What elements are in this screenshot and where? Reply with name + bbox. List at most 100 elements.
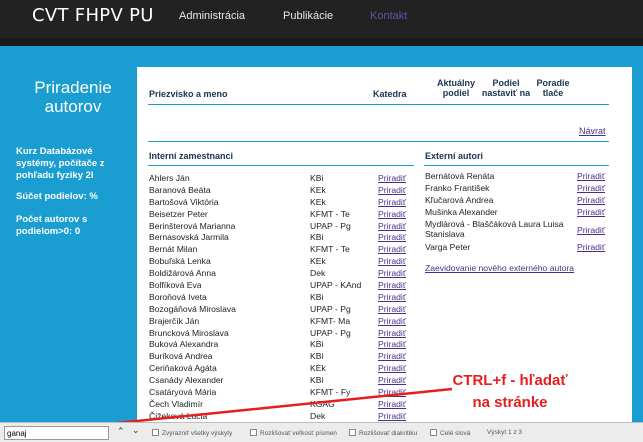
author-dept: UPAP - KAnd: [310, 280, 362, 291]
nav-link-administracia[interactable]: Administrácia: [179, 10, 245, 22]
assign-link[interactable]: Priradiť: [577, 242, 605, 252]
author-dept: KEk: [310, 363, 326, 374]
author-name: Bobuľská Lenka: [149, 256, 211, 267]
internal-section-title: Interní zamestnanci: [149, 151, 234, 161]
table-row: Bolfíková Eva UPAP - KAnd Priradiť: [149, 280, 421, 292]
external-rule: [424, 165, 609, 166]
assign-link[interactable]: Priradiť: [378, 304, 406, 314]
assign-link[interactable]: Priradiť: [577, 195, 605, 205]
author-dept: KFMT- Ma: [310, 315, 351, 326]
match-diacritics-option[interactable]: Rozlišovať diakritiku: [349, 429, 417, 437]
table-row: Boroňová Iveta KBi Priradiť: [149, 292, 421, 304]
find-input[interactable]: [4, 426, 109, 440]
assign-link[interactable]: Priradiť: [378, 316, 406, 326]
assign-link[interactable]: Priradiť: [577, 171, 605, 181]
table-row: Csatáryová Mária KFMT - Fy Priradiť: [149, 387, 421, 399]
table-row: Baranová Beáta KEk Priradiť: [149, 185, 421, 197]
assign-link[interactable]: Priradiť: [378, 292, 406, 302]
table-row: Bozogáňová Miroslava UPAP - Pg Priradiť: [149, 304, 421, 316]
match-case-option[interactable]: Rozlišovať veľkosť písmen: [250, 429, 337, 437]
whole-words-option[interactable]: Celé slová: [430, 429, 470, 437]
assign-link[interactable]: Priradiť: [378, 339, 406, 349]
author-dept: UPAP - Pg: [310, 220, 351, 231]
assign-link[interactable]: Priradiť: [378, 351, 406, 361]
assign-link[interactable]: Priradiť: [577, 225, 605, 235]
checkbox-icon: [250, 429, 257, 436]
header-rule: [148, 104, 609, 105]
match-case-label: Rozlišovať veľkosť písmen: [260, 430, 337, 437]
table-row: Bobuľská Lenka KEk Priradiť: [149, 256, 421, 268]
author-dept: KEk: [310, 184, 326, 195]
author-dept: KFMT - Fy: [310, 387, 351, 398]
assign-link[interactable]: Priradiť: [577, 183, 605, 193]
assign-link[interactable]: Priradiť: [378, 387, 406, 397]
author-name: Bartošová Viktória: [149, 196, 219, 207]
external-author-name: Mušinka Alexander: [425, 206, 498, 217]
author-name: Baranová Beáta: [149, 184, 211, 195]
list-item: Mušinka Alexander Priradiť: [425, 207, 610, 219]
navbar-shadow: [0, 38, 643, 46]
find-next-button[interactable]: ⌄: [132, 425, 140, 436]
author-dept: UPAP - Pg: [310, 327, 351, 338]
section-top-rule: [148, 141, 609, 142]
author-name: Bernasovská Jarmila: [149, 232, 229, 243]
external-author-name: Bernátová Renáta: [425, 171, 495, 181]
author-name: Bozogáňová Miroslava: [149, 303, 236, 314]
author-name: Csanády Alexander: [149, 375, 224, 386]
find-previous-button[interactable]: ⌃: [117, 426, 125, 437]
author-dept: Dek: [310, 268, 326, 279]
author-dept: KGAG: [310, 398, 335, 409]
header-share: Aktuálny podiel: [436, 78, 475, 98]
header-name: Priezvisko a meno: [149, 89, 228, 99]
share-sum: Súčet podielov: %: [16, 191, 98, 202]
external-author-name: Mydlárová - Blaščáková Laura Luisa Stani…: [425, 218, 564, 240]
table-row: Čech Vladimír KGAG Priradiť: [149, 399, 421, 411]
assign-link[interactable]: Priradiť: [378, 197, 406, 207]
list-item: Mydlárová - Blaščáková Laura Luisa Stani…: [425, 219, 610, 242]
external-author-list: Bernátová Renáta Priradiť Franko František…: [425, 171, 610, 253]
author-name: Boroňová Iveta: [149, 291, 207, 302]
header-set-share: Podiel nastaviť na: [481, 78, 531, 98]
site-brand[interactable]: CVT FHPV PU: [32, 5, 154, 26]
author-dept: KEk: [310, 196, 326, 207]
assign-link[interactable]: Priradiť: [378, 173, 406, 183]
assign-link[interactable]: Priradiť: [378, 411, 406, 421]
author-name: Ahlers Ján: [149, 173, 190, 183]
author-count: Počet autorov s podielom>0: 0: [16, 214, 88, 237]
nav-link-kontakt[interactable]: Kontakt: [370, 10, 407, 22]
nav-link-publikacie[interactable]: Publikácie: [283, 10, 333, 22]
whole-words-label: Celé slová: [440, 430, 471, 437]
author-dept: KBi: [310, 351, 324, 362]
table-row: Bruncková Miroslava UPAP - Pg Priradiť: [149, 328, 421, 340]
list-item: Bernátová Renáta Priradiť: [425, 171, 610, 183]
back-link[interactable]: Návrat: [579, 126, 606, 136]
assign-link[interactable]: Priradiť: [378, 375, 406, 385]
external-author-name: Varga Peter: [425, 241, 471, 252]
author-name: Bruncková Miroslava: [149, 327, 229, 338]
table-row: Bartošová Viktória KEk Priradiť: [149, 197, 421, 209]
assign-link[interactable]: Priradiť: [378, 280, 406, 290]
table-row: Ahlers Ján KBi Priradiť: [149, 173, 421, 185]
assign-link[interactable]: Priradiť: [378, 328, 406, 338]
assign-link[interactable]: Priradiť: [378, 232, 406, 242]
assign-link[interactable]: Priradiť: [378, 221, 406, 231]
checkbox-icon: [349, 429, 356, 436]
assign-link[interactable]: Priradiť: [378, 363, 406, 373]
page-title: Priradenie autorov: [34, 78, 112, 116]
assign-link[interactable]: Priradiť: [378, 268, 406, 278]
assign-link[interactable]: Priradiť: [378, 399, 406, 409]
author-name: Ceriňaková Agáta: [149, 363, 217, 374]
assign-link[interactable]: Priradiť: [378, 209, 406, 219]
add-external-author-link[interactable]: Zaevidovanie nového externého autora: [425, 263, 574, 273]
highlight-all-option[interactable]: Zvýrazniť všetky výskyty: [152, 429, 232, 437]
assign-link[interactable]: Priradiť: [378, 185, 406, 195]
highlight-all-label: Zvýrazniť všetky výskyty: [162, 430, 233, 437]
assign-link[interactable]: Priradiť: [577, 207, 605, 217]
list-item: Kľučarová Andrea Priradiť: [425, 195, 610, 207]
external-section-title: Externí autori: [425, 151, 484, 161]
author-dept: KFMT - Te: [310, 244, 350, 255]
author-dept: KBi: [310, 232, 324, 243]
assign-link[interactable]: Priradiť: [378, 256, 406, 266]
assign-link[interactable]: Priradiť: [378, 244, 406, 254]
table-row: Beisetzer Peter KFMT - Te Priradiť: [149, 209, 421, 221]
